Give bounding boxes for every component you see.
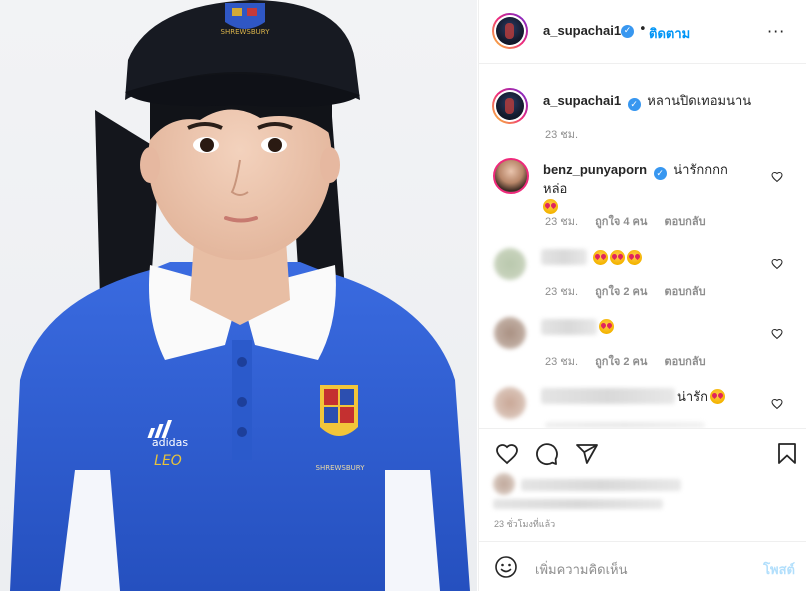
post-actions: 23 ชั่วโมงที่แล้ว: [479, 428, 806, 542]
caption-text: หลานปิดเทอมนาน: [647, 93, 752, 108]
heart-eyes-emoji-icon: [627, 250, 642, 265]
comment-item: benz_punyaporn ✓ น่ารักกกก หล่อ: [543, 161, 753, 216]
comment-like-heart-icon[interactable]: [771, 258, 783, 270]
shirt-brand-text: adidas: [152, 436, 189, 449]
caption: a_supachai1 ✓ หลานปิดเทอมนาน: [543, 92, 751, 111]
more-options-icon[interactable]: ···: [767, 22, 785, 41]
comment-time[interactable]: 23 ชม.: [545, 356, 578, 368]
blurred-username: [541, 249, 587, 265]
comment-like-heart-icon[interactable]: [771, 398, 783, 410]
comment-item: [599, 318, 616, 336]
bookmark-icon[interactable]: [775, 442, 799, 466]
school-crest: [320, 385, 358, 436]
comments-list[interactable]: a_supachai1 ✓ หลานปิดเทอมนาน 23 ชม. benz…: [479, 64, 806, 428]
comment-item: น่ารัก: [677, 388, 727, 406]
blurred-liked-by[interactable]: [521, 479, 681, 491]
liked-by-avatar[interactable]: [493, 473, 515, 495]
comment-avatar[interactable]: [493, 158, 529, 194]
heart-icon[interactable]: [495, 442, 519, 466]
shirt-name-text: LEO: [154, 453, 182, 469]
comment-avatar[interactable]: [494, 317, 526, 349]
reply-button[interactable]: ตอบกลับ: [664, 286, 705, 298]
reply-button[interactable]: ตอบกลับ: [664, 216, 705, 228]
comment-meta: 23 ชม. ถูกใจ 4 คน ตอบกลับ: [545, 212, 720, 230]
boy-portrait-illustration: SHREWSBURY adidas LEO SHREWSBURY: [0, 0, 477, 591]
separator-dot: •: [639, 22, 647, 37]
post-photo[interactable]: SHREWSBURY adidas LEO SHREWSBURY: [0, 0, 477, 591]
comment-item: [593, 249, 644, 267]
verified-badge-icon: ✓: [627, 98, 641, 111]
comment-input[interactable]: เพิ่มความคิดเห็น: [535, 559, 628, 580]
heart-eyes-emoji-icon: [593, 250, 608, 265]
caption-meta: 23 ชม.: [545, 125, 592, 143]
post-comment-button[interactable]: โพสต์: [763, 559, 795, 580]
comment-avatar[interactable]: [494, 387, 526, 419]
blurred-liked-by-2[interactable]: [493, 499, 663, 509]
blurred-username: [541, 319, 597, 335]
comment-like-heart-icon[interactable]: [771, 328, 783, 340]
comment-time[interactable]: 23 ชม.: [545, 216, 578, 228]
comment-time[interactable]: 23 ชม.: [545, 286, 578, 298]
comment-icon[interactable]: [535, 442, 559, 466]
comment-meta: 23 ชม. ถูกใจ 2 คน ตอบกลับ: [545, 282, 720, 300]
comment-meta: 23 ชม. ถูกใจ 2 คน ตอบกลับ: [545, 352, 720, 370]
caption-username[interactable]: a_supachai1: [543, 93, 621, 108]
instagram-post-modal: SHREWSBURY adidas LEO SHREWSBURY a_supac…: [0, 0, 806, 591]
heart-eyes-emoji-icon: [599, 319, 614, 334]
verified-badge-icon: ✓: [621, 25, 634, 38]
verified-badge-icon: ✓: [653, 167, 667, 180]
header-username[interactable]: a_supachai1: [543, 23, 621, 38]
comment-like-heart-icon[interactable]: [771, 171, 783, 183]
heart-eyes-emoji-icon: [710, 389, 726, 404]
caption-avatar[interactable]: [492, 88, 528, 124]
caption-time[interactable]: 23 ชม.: [545, 129, 578, 141]
comment-avatar[interactable]: [494, 248, 526, 280]
heart-eyes-emoji-icon: [610, 250, 625, 265]
comment-likes[interactable]: ถูกใจ 2 คน: [595, 286, 647, 298]
blurred-username: [541, 388, 675, 404]
crest-text: SHREWSBURY: [316, 464, 366, 472]
post-timestamp[interactable]: 23 ชั่วโมงที่แล้ว: [494, 517, 555, 531]
emoji-smiley-icon[interactable]: [494, 555, 518, 579]
comment-text: น่ารัก: [677, 389, 709, 404]
cap-text: SHREWSBURY: [221, 28, 271, 36]
reply-button[interactable]: ตอบกลับ: [664, 356, 705, 368]
comment-username[interactable]: benz_punyaporn: [543, 162, 647, 177]
comment-composer: เพิ่มความคิดเห็น โพสต์: [479, 541, 806, 592]
comment-likes[interactable]: ถูกใจ 2 คน: [595, 356, 647, 368]
share-icon[interactable]: [575, 442, 599, 466]
post-header: a_supachai1 ✓ • ติดตาม ···: [479, 0, 806, 64]
comment-likes[interactable]: ถูกใจ 4 คน: [595, 216, 647, 228]
follow-button[interactable]: ติดตาม: [649, 23, 690, 44]
post-details-pane: a_supachai1 ✓ • ติดตาม ··· a_supachai1 ✓…: [478, 0, 806, 591]
avatar[interactable]: [492, 13, 528, 49]
